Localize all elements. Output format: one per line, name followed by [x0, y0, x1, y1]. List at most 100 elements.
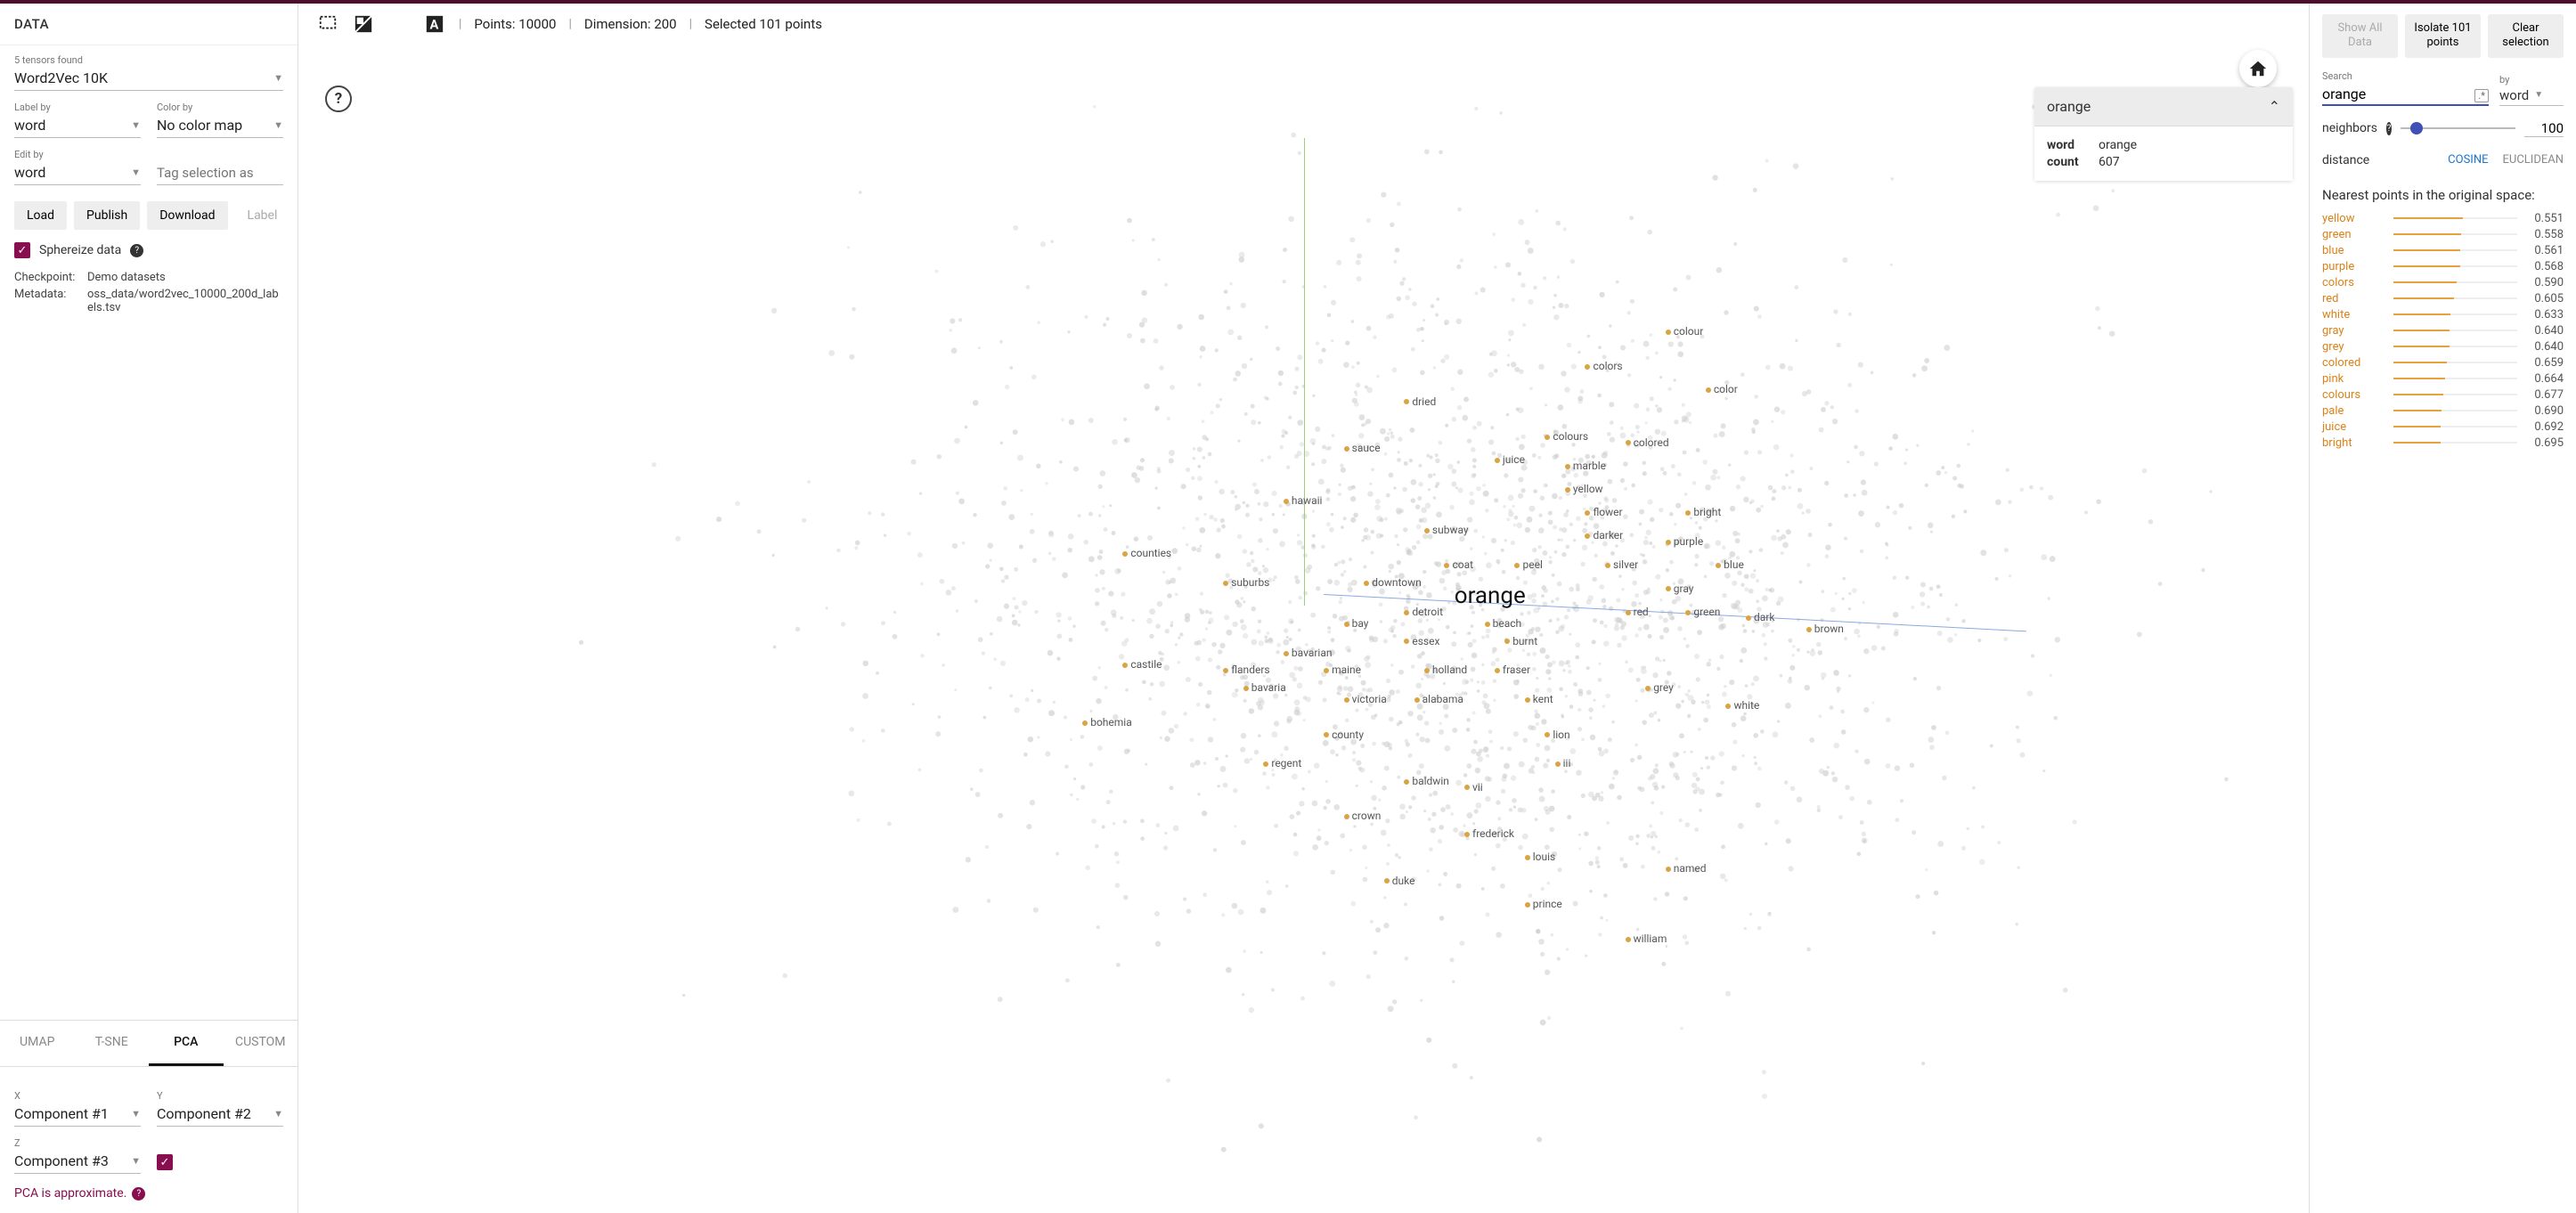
neighbors-label: neighbors: [2322, 121, 2377, 135]
distance-value: 0.551: [2524, 212, 2564, 225]
edit-by-select[interactable]: word ▼: [14, 162, 141, 185]
points-count: Points: 10000: [474, 16, 556, 32]
distance-value: 0.590: [2524, 276, 2564, 289]
nearest-point-row[interactable]: white0.633: [2322, 308, 2564, 322]
inspector-panel: Show All Data Isolate 101 points Clear s…: [2309, 4, 2576, 1213]
nearest-point-row[interactable]: blue0.561: [2322, 244, 2564, 257]
pca-z-select[interactable]: Component #3 ▼: [14, 1151, 141, 1174]
chevron-down-icon: ▼: [131, 119, 141, 131]
publish-button[interactable]: Publish: [74, 201, 140, 230]
isolate-button[interactable]: Isolate 101 points: [2405, 14, 2481, 58]
distance-value: 0.692: [2524, 420, 2564, 434]
label-button[interactable]: Label: [235, 201, 290, 230]
regex-toggle[interactable]: .*: [2474, 89, 2489, 102]
distance-value: 0.558: [2524, 228, 2564, 241]
selected-count: Selected 101 points: [705, 16, 822, 32]
clear-selection-button[interactable]: Clear selection: [2488, 14, 2564, 58]
help-icon[interactable]: ?: [2386, 122, 2392, 135]
tensor-select[interactable]: Word2Vec 10K ▼: [14, 68, 283, 91]
nearest-point-row[interactable]: purple 0.568: [2322, 260, 2564, 273]
nearest-word: white: [2322, 308, 2386, 322]
tab-tsne[interactable]: T-SNE: [75, 1021, 150, 1066]
nearest-points-title: Nearest points in the original space:: [2322, 187, 2564, 203]
distance-euclidean[interactable]: EUCLIDEAN: [2503, 153, 2564, 167]
pca-y-label: Y: [157, 1090, 283, 1102]
nearest-point-row[interactable]: green0.558: [2322, 228, 2564, 241]
svg-text:A: A: [430, 17, 439, 33]
checkpoint-value: Demo datasets: [87, 271, 166, 284]
label-by-value: word: [14, 117, 45, 134]
show-all-button[interactable]: Show All Data: [2322, 14, 2398, 58]
scatter-plot[interactable]: orange colourcolorscolordriedcolourscolo…: [298, 45, 2309, 1213]
tab-umap[interactable]: UMAP: [0, 1021, 75, 1066]
chevron-up-icon: ⌃: [2269, 98, 2280, 115]
distance-value: 0.690: [2524, 404, 2564, 418]
tab-pca[interactable]: PCA: [149, 1021, 224, 1066]
nearest-word: purple: [2322, 260, 2386, 273]
tab-custom[interactable]: CUSTOM: [224, 1021, 298, 1066]
nearest-point-row[interactable]: colors0.590: [2322, 276, 2564, 289]
info-word-key: word: [2047, 138, 2088, 152]
nearest-point-row[interactable]: colored0.659: [2322, 356, 2564, 370]
help-button[interactable]: ?: [325, 85, 352, 112]
distance-value: 0.568: [2524, 260, 2564, 273]
search-by-value: word: [2499, 87, 2529, 103]
distance-cosine[interactable]: COSINE: [2448, 153, 2488, 167]
nearest-word: colored: [2322, 356, 2386, 370]
download-button[interactable]: Download: [147, 201, 227, 230]
nearest-point-row[interactable]: grey0.640: [2322, 340, 2564, 354]
distance-value: 0.664: [2524, 372, 2564, 386]
color-by-value: No color map: [157, 117, 242, 134]
metadata-label: Metadata:: [14, 288, 80, 314]
pca-z-checkbox[interactable]: ✓: [157, 1154, 173, 1170]
distance-bar: [2393, 442, 2517, 444]
main-view: A | Points: 10000 | Dimension: 200 | Sel…: [298, 4, 2309, 1213]
pca-x-select[interactable]: Component #1 ▼: [14, 1103, 141, 1127]
nearest-point-row[interactable]: colours0.677: [2322, 388, 2564, 402]
distance-bar: [2393, 297, 2517, 299]
distance-value: 0.677: [2524, 388, 2564, 402]
nearest-point-row[interactable]: pink 0.664: [2322, 372, 2564, 386]
metadata-value: oss_data/word2vec_10000_200d_labels.tsv: [87, 288, 283, 314]
help-icon[interactable]: ?: [130, 244, 143, 257]
nearest-point-row[interactable]: gray0.640: [2322, 324, 2564, 338]
neighbors-slider[interactable]: [2401, 127, 2515, 129]
pca-x-label: X: [14, 1090, 141, 1102]
brightness-icon[interactable]: [352, 12, 375, 36]
pca-y-select[interactable]: Component #2 ▼: [157, 1103, 283, 1127]
nearest-word: pink: [2322, 372, 2386, 386]
select-box-icon[interactable]: [316, 12, 339, 36]
nearest-point-row[interactable]: juice 0.692: [2322, 420, 2564, 434]
night-mode-icon[interactable]: [387, 12, 411, 36]
sphereize-checkbox[interactable]: ✓: [14, 242, 30, 258]
search-by-select[interactable]: word ▼: [2499, 87, 2564, 106]
help-icon[interactable]: ?: [132, 1187, 145, 1201]
chevron-down-icon: ▼: [273, 1108, 283, 1119]
distance-bar: [2393, 410, 2517, 411]
neighbors-input[interactable]: [2524, 120, 2564, 137]
search-input[interactable]: [2322, 84, 2489, 106]
pca-x-value: Component #1: [14, 1105, 109, 1122]
reset-view-button[interactable]: [2239, 50, 2277, 87]
info-card-header[interactable]: orange ⌃: [2034, 87, 2293, 126]
load-button[interactable]: Load: [14, 201, 67, 230]
labels-icon[interactable]: A: [423, 12, 446, 36]
distance-value: 0.640: [2524, 340, 2564, 354]
edit-by-value: word: [14, 164, 45, 181]
tag-selection-input[interactable]: [157, 161, 283, 185]
nearest-point-row[interactable]: bright0.695: [2322, 436, 2564, 450]
nearest-point-row[interactable]: yellow0.551: [2322, 212, 2564, 225]
nearest-word: juice: [2322, 420, 2386, 434]
nearest-point-row[interactable]: red0.605: [2322, 292, 2564, 305]
distance-bar: [2393, 281, 2517, 283]
label-by-select[interactable]: word ▼: [14, 115, 141, 138]
color-by-label: Color by: [157, 102, 283, 113]
nearest-point-row[interactable]: pale0.690: [2322, 404, 2564, 418]
distance-bar: [2393, 330, 2517, 331]
color-by-select[interactable]: No color map ▼: [157, 115, 283, 138]
separator: |: [459, 17, 461, 31]
tensors-found: 5 tensors found: [14, 54, 283, 66]
chevron-down-icon: ▼: [131, 1155, 141, 1167]
distance-value: 0.605: [2524, 292, 2564, 305]
chevron-down-icon: ▼: [273, 72, 283, 84]
